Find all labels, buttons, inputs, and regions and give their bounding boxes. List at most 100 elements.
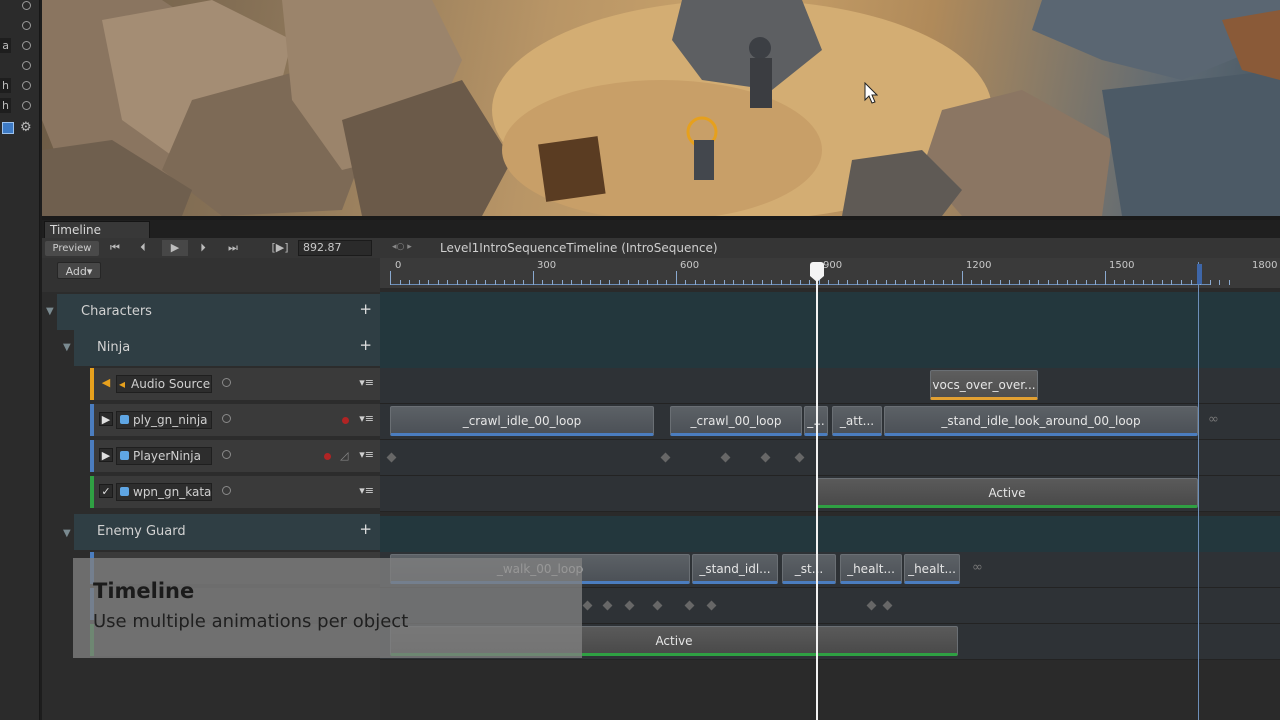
- add-track-plus-icon[interactable]: +: [359, 336, 372, 354]
- track-binding-field[interactable]: ply_gn_ninja: [116, 411, 212, 429]
- timeline-end-marker[interactable]: [1197, 264, 1202, 284]
- group-ninja[interactable]: Ninja +: [74, 330, 380, 366]
- animation-clip[interactable]: _crawl_idle_00_loop: [390, 406, 654, 436]
- animation-clip[interactable]: _stand_idl...: [692, 554, 778, 584]
- infinite-icon: ∞: [1208, 412, 1219, 427]
- animation-clip[interactable]: _att...: [832, 406, 882, 436]
- keyframe-icon[interactable]: [582, 600, 593, 611]
- ruler-tick: [961, 271, 963, 285]
- track-menu-icon[interactable]: ▾≡: [359, 376, 374, 389]
- strip-row[interactable]: h: [0, 96, 40, 116]
- expand-icon[interactable]: ▶: [99, 448, 113, 462]
- go-to-end-icon[interactable]: ⏭: [220, 240, 246, 256]
- record-icon[interactable]: [342, 417, 349, 424]
- speaker-icon: ◂: [119, 377, 126, 391]
- expand-icon[interactable]: ▶: [99, 412, 113, 426]
- curve-icon[interactable]: ◿: [340, 449, 348, 462]
- strip-row[interactable]: ⚙: [0, 119, 40, 139]
- asset-picker-icon[interactable]: ◂○ ▸: [392, 242, 412, 252]
- animation-clip[interactable]: _st...: [782, 554, 836, 584]
- keyframe-icon[interactable]: [866, 600, 877, 611]
- strip-row[interactable]: [0, 56, 40, 76]
- lane-group-characters: [380, 292, 1280, 332]
- animation-clip[interactable]: _healt...: [904, 554, 960, 584]
- strip-row[interactable]: a: [0, 36, 40, 56]
- animation-clip[interactable]: _healt...: [840, 554, 902, 584]
- ruler-tick: [561, 280, 563, 285]
- track-color-stripe: [90, 476, 94, 508]
- group-enemy-guard[interactable]: Enemy Guard +: [74, 514, 380, 550]
- object-picker-icon[interactable]: [222, 378, 231, 387]
- keyframe-icon[interactable]: [624, 600, 635, 611]
- time-ruler[interactable]: 0 300 600 900 1200 1500 1800: [380, 258, 1280, 288]
- keyframe-icon[interactable]: [706, 600, 717, 611]
- add-track-button[interactable]: Add▾: [57, 262, 101, 279]
- add-track-plus-icon[interactable]: +: [359, 520, 372, 538]
- play-range-icon[interactable]: [▶]: [266, 240, 294, 256]
- previous-frame-icon[interactable]: ⏴: [132, 240, 154, 256]
- object-picker-icon[interactable]: [222, 450, 231, 459]
- preview-button[interactable]: Preview: [45, 241, 99, 256]
- strip-row[interactable]: [0, 0, 40, 16]
- strip-row[interactable]: [0, 16, 40, 36]
- track-ply-gn-ninja[interactable]: ▶ ply_gn_ninja ▾≡: [90, 404, 380, 436]
- object-picker-icon[interactable]: [222, 414, 231, 423]
- track-audio-source[interactable]: ◀ ◂ Audio Source ▾≡: [90, 368, 380, 400]
- play-icon[interactable]: ▶: [162, 240, 188, 256]
- keyframe-icon[interactable]: [652, 600, 663, 611]
- playhead-line[interactable]: [816, 262, 818, 720]
- track-menu-icon[interactable]: ▾≡: [359, 412, 374, 425]
- ruler-tick: [980, 280, 982, 285]
- current-time-field[interactable]: 892.87: [298, 240, 372, 256]
- activation-clip[interactable]: Active: [816, 478, 1198, 508]
- track-player-ninja[interactable]: ▶ PlayerNinja ◿ ▾≡: [90, 440, 380, 472]
- object-picker-icon[interactable]: [22, 21, 31, 30]
- track-binding-field[interactable]: wpn_gn_kata: [116, 483, 212, 501]
- active-checkbox[interactable]: ✓: [99, 484, 113, 498]
- object-picker-icon[interactable]: [222, 486, 231, 495]
- group-characters[interactable]: Characters +: [57, 294, 380, 330]
- tab-timeline[interactable]: Timeline: [44, 221, 150, 238]
- next-frame-icon[interactable]: ⏵: [192, 240, 214, 256]
- keyframe-icon[interactable]: [684, 600, 695, 611]
- gear-icon[interactable]: ⚙: [20, 120, 32, 135]
- go-to-start-icon[interactable]: ⏮: [104, 240, 126, 256]
- keyframe-icon[interactable]: [794, 452, 805, 463]
- track-wpn-gn-kata[interactable]: ✓ wpn_gn_kata ▾≡: [90, 476, 380, 508]
- object-picker-icon[interactable]: [22, 61, 31, 70]
- object-picker-icon[interactable]: [22, 1, 31, 10]
- animation-clip[interactable]: _stand_idle_look_around_00_loop: [884, 406, 1198, 436]
- ruler-tick-label: 1200: [966, 260, 992, 271]
- foldout-arrow-icon[interactable]: ▼: [63, 342, 71, 353]
- ruler-tick: [1047, 280, 1049, 285]
- ruler-tick: [552, 280, 553, 285]
- record-icon[interactable]: [324, 453, 331, 460]
- object-picker-icon[interactable]: [22, 101, 31, 110]
- keyframe-icon[interactable]: [720, 452, 731, 463]
- keyframe-icon[interactable]: [602, 600, 613, 611]
- track-binding-label: ply_gn_ninja: [133, 413, 208, 427]
- audio-clip[interactable]: vocs_over_over...: [930, 370, 1038, 400]
- ruler-tick-label: 1800: [1252, 260, 1278, 271]
- track-binding-label: PlayerNinja: [133, 449, 201, 463]
- keyframe-icon[interactable]: [386, 452, 397, 463]
- strip-row[interactable]: h: [0, 76, 40, 96]
- track-binding-field[interactable]: PlayerNinja: [116, 447, 212, 465]
- foldout-arrow-icon[interactable]: ▼: [63, 528, 71, 539]
- keyframe-icon[interactable]: [882, 600, 893, 611]
- ruler-tick-label: 1500: [1109, 260, 1135, 271]
- object-picker-icon[interactable]: [22, 81, 31, 90]
- keyframe-icon[interactable]: [760, 452, 771, 463]
- object-picker-icon[interactable]: [22, 41, 31, 50]
- group-label: Enemy Guard: [97, 524, 186, 539]
- ruler-tick-label: 900: [823, 260, 843, 271]
- animation-clip[interactable]: _crawl_00_loop: [670, 406, 802, 436]
- add-track-plus-icon[interactable]: +: [359, 300, 372, 318]
- foldout-arrow-icon[interactable]: ▼: [46, 306, 54, 317]
- track-binding-field[interactable]: ◂ Audio Source: [116, 375, 212, 393]
- track-menu-icon[interactable]: ▾≡: [359, 484, 374, 497]
- track-menu-icon[interactable]: ▾≡: [359, 448, 374, 461]
- scene-view[interactable]: [42, 0, 1280, 216]
- ruler-tick: [799, 280, 801, 285]
- keyframe-icon[interactable]: [660, 452, 671, 463]
